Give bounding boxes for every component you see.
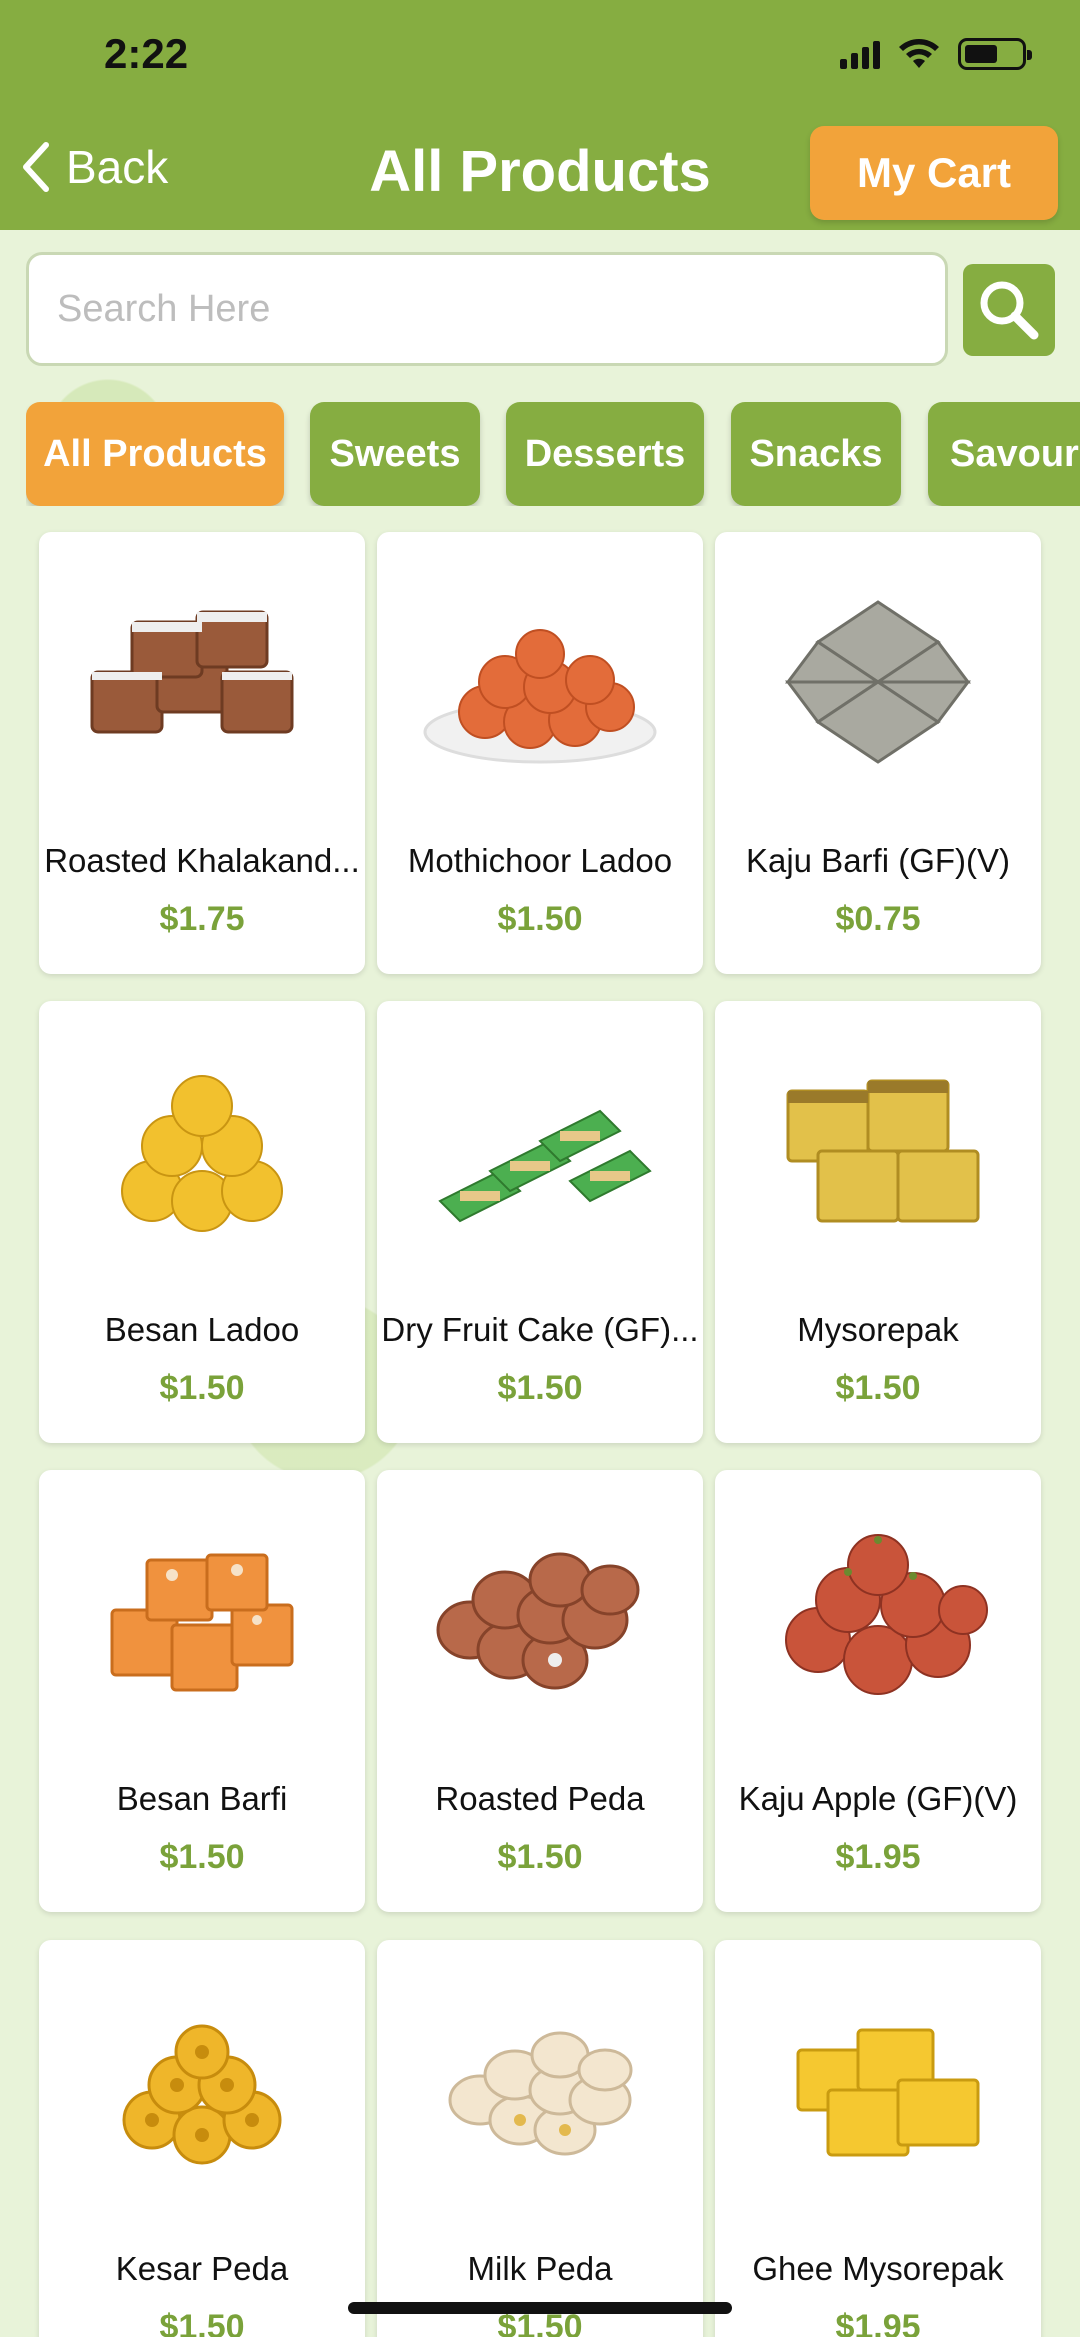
product-name: Roasted Peda [435,1780,645,1817]
category-tab-all-products[interactable]: All Products [26,402,284,506]
ghee-mysorepak-image [735,1960,1021,2220]
mothichoor-ladoo-image [397,552,683,812]
dry-fruit-cake-image [397,1021,683,1281]
search-button[interactable] [963,264,1055,356]
product-card[interactable]: Milk Peda $1.50 [377,1940,703,2337]
product-price: $1.50 [835,1369,921,1407]
product-price: $1.50 [159,1838,245,1876]
search-input[interactable] [26,252,948,366]
app-header: 2:22 Back All Products My Cart [0,0,1080,230]
category-tab-savouri[interactable]: Savouri [928,402,1080,506]
kaju-apple-image [735,1490,1021,1750]
milk-peda-image [397,1960,683,2220]
besan-barfi-image [59,1490,345,1750]
product-card[interactable]: Besan Ladoo $1.50 [39,1001,365,1443]
product-price: $1.50 [159,1369,245,1407]
roasted-peda-image [397,1490,683,1750]
category-tab-desserts[interactable]: Desserts [506,402,704,506]
product-name: Ghee Mysorepak [752,2250,1004,2287]
product-name: Mysorepak [797,1311,959,1348]
my-cart-button[interactable]: My Cart [810,126,1058,220]
product-price: $1.95 [835,2308,921,2337]
product-card[interactable]: Ghee Mysorepak $1.95 [715,1940,1041,2337]
product-name: Besan Ladoo [104,1311,300,1348]
product-price: $1.50 [497,1838,583,1876]
product-price: $1.50 [497,900,583,938]
product-card[interactable]: Dry Fruit Cake (GF)... $1.50 [377,1001,703,1443]
product-card[interactable]: Roasted Peda $1.50 [377,1470,703,1912]
besan-ladoo-image [59,1021,345,1281]
product-price: $1.50 [497,1369,583,1407]
kaju-barfi-image [735,552,1021,812]
wifi-icon [899,39,939,68]
home-indicator [348,2302,732,2314]
status-icons [840,38,1032,70]
product-card[interactable]: Mothichoor Ladoo $1.50 [377,532,703,974]
product-name: Milk Peda [467,2250,613,2287]
product-name: Kesar Peda [115,2250,289,2287]
product-name: Dry Fruit Cake (GF)... [381,1311,699,1348]
category-tabs: All Products Sweets Desserts Snacks Savo… [26,402,1080,506]
mysorepak-image [735,1021,1021,1281]
product-name: Kaju Barfi (GF)(V) [745,842,1011,879]
product-card[interactable]: Roasted Khalakand... $1.75 [39,532,365,974]
product-card[interactable]: Besan Barfi $1.50 [39,1470,365,1912]
product-name: Besan Barfi [116,1780,288,1817]
search-icon [980,281,1039,340]
signal-icon [840,39,880,69]
category-tab-sweets[interactable]: Sweets [310,402,480,506]
product-name: Kaju Apple (GF)(V) [738,1780,1018,1817]
product-name: Roasted Khalakand... [44,842,360,879]
product-card[interactable]: Kesar Peda $1.50 [39,1940,365,2337]
product-price: $1.75 [159,900,245,938]
product-price: $1.95 [835,1838,921,1876]
product-card[interactable]: Mysorepak $1.50 [715,1001,1041,1443]
battery-icon [958,38,1032,70]
product-name: Mothichoor Ladoo [407,842,673,879]
product-card[interactable]: Kaju Apple (GF)(V) $1.95 [715,1470,1041,1912]
product-price: $0.75 [835,900,921,938]
product-card[interactable]: Kaju Barfi (GF)(V) $0.75 [715,532,1041,974]
kesar-peda-image [59,1960,345,2220]
status-time: 2:22 [104,30,189,77]
roasted-khalakand-image [59,552,345,812]
category-tab-snacks[interactable]: Snacks [731,402,901,506]
product-price: $1.50 [159,2308,245,2337]
